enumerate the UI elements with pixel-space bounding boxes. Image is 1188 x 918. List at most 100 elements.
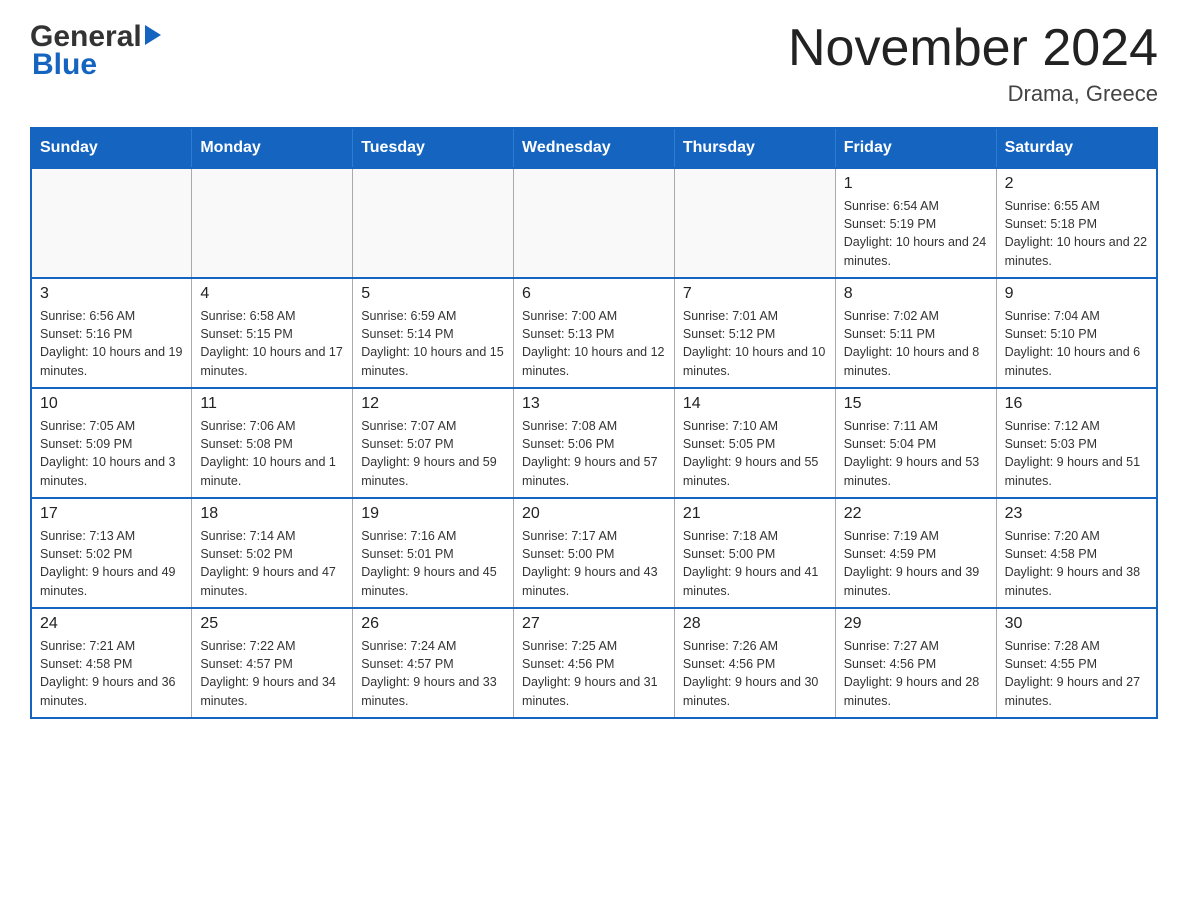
weekday-header-tuesday: Tuesday	[353, 128, 514, 168]
day-info: Sunrise: 7:08 AMSunset: 5:06 PMDaylight:…	[522, 417, 666, 490]
calendar-day-cell: 19 Sunrise: 7:16 AMSunset: 5:01 PMDayligh…	[353, 498, 514, 608]
day-number: 30	[1005, 615, 1148, 633]
day-info: Sunrise: 7:01 AMSunset: 5:12 PMDaylight:…	[683, 307, 827, 380]
day-number: 21	[683, 505, 827, 523]
calendar-week-row: 1Sunrise: 6:54 AMSunset: 5:19 PMDaylight…	[31, 168, 1157, 278]
calendar-day-cell: 2 Sunrise: 6:55 AMSunset: 5:18 PMDaylight…	[996, 168, 1157, 278]
weekday-header-thursday: Thursday	[674, 128, 835, 168]
calendar-week-row: 17Sunrise: 7:13 AMSunset: 5:02 PMDayligh…	[31, 498, 1157, 608]
day-number: 9	[1005, 285, 1148, 303]
calendar-day-cell: 20 Sunrise: 7:17 AMSunset: 5:00 PMDayligh…	[514, 498, 675, 608]
day-info: Sunrise: 7:24 AMSunset: 4:57 PMDaylight:…	[361, 637, 505, 710]
logo: General Blue	[30, 20, 161, 82]
day-number: 28	[683, 615, 827, 633]
weekday-header-friday: Friday	[835, 128, 996, 168]
calendar-day-cell: 5 Sunrise: 6:59 AMSunset: 5:14 PMDaylight…	[353, 278, 514, 388]
calendar-day-cell	[353, 168, 514, 278]
day-number: 29	[844, 615, 988, 633]
weekday-header-monday: Monday	[192, 128, 353, 168]
day-info: Sunrise: 7:19 AMSunset: 4:59 PMDaylight:…	[844, 527, 988, 600]
day-info: Sunrise: 7:11 AMSunset: 5:04 PMDaylight:…	[844, 417, 988, 490]
calendar-day-cell: 11 Sunrise: 7:06 AMSunset: 5:08 PMDayligh…	[192, 388, 353, 498]
calendar-day-cell: 23 Sunrise: 7:20 AMSunset: 4:58 PMDayligh…	[996, 498, 1157, 608]
day-number: 16	[1005, 395, 1148, 413]
title-block: November 2024 Drama, Greece	[788, 20, 1158, 107]
day-number: 3	[40, 285, 183, 303]
weekday-header-wednesday: Wednesday	[514, 128, 675, 168]
calendar-day-cell: 24Sunrise: 7:21 AMSunset: 4:58 PMDayligh…	[31, 608, 192, 718]
calendar-day-cell: 12 Sunrise: 7:07 AMSunset: 5:07 PMDayligh…	[353, 388, 514, 498]
day-number: 6	[522, 285, 666, 303]
calendar-week-row: 3 Sunrise: 6:56 AMSunset: 5:16 PMDaylight…	[31, 278, 1157, 388]
day-number: 4	[200, 285, 344, 303]
day-number: 11	[200, 395, 344, 413]
day-info: Sunrise: 7:10 AMSunset: 5:05 PMDaylight:…	[683, 417, 827, 490]
day-number: 24	[40, 615, 183, 633]
calendar-day-cell	[31, 168, 192, 278]
calendar-day-cell: 29 Sunrise: 7:27 AMSunset: 4:56 PMDayligh…	[835, 608, 996, 718]
calendar-day-cell: 17Sunrise: 7:13 AMSunset: 5:02 PMDayligh…	[31, 498, 192, 608]
calendar-day-cell: 18Sunrise: 7:14 AMSunset: 5:02 PMDayligh…	[192, 498, 353, 608]
day-info: Sunrise: 7:25 AMSunset: 4:56 PMDaylight:…	[522, 637, 666, 710]
day-info: Sunrise: 7:06 AMSunset: 5:08 PMDaylight:…	[200, 417, 344, 490]
calendar-day-cell: 22 Sunrise: 7:19 AMSunset: 4:59 PMDayligh…	[835, 498, 996, 608]
calendar-day-cell: 28 Sunrise: 7:26 AMSunset: 4:56 PMDayligh…	[674, 608, 835, 718]
day-info: Sunrise: 7:18 AMSunset: 5:00 PMDaylight:…	[683, 527, 827, 600]
calendar-day-cell: 21 Sunrise: 7:18 AMSunset: 5:00 PMDayligh…	[674, 498, 835, 608]
day-number: 14	[683, 395, 827, 413]
day-number: 1	[844, 175, 988, 193]
day-number: 8	[844, 285, 988, 303]
calendar-day-cell: 25Sunrise: 7:22 AMSunset: 4:57 PMDayligh…	[192, 608, 353, 718]
calendar-day-cell	[674, 168, 835, 278]
month-year-title: November 2024	[788, 20, 1158, 77]
calendar-day-cell: 1Sunrise: 6:54 AMSunset: 5:19 PMDaylight…	[835, 168, 996, 278]
day-info: Sunrise: 6:59 AMSunset: 5:14 PMDaylight:…	[361, 307, 505, 380]
calendar-day-cell: 26 Sunrise: 7:24 AMSunset: 4:57 PMDayligh…	[353, 608, 514, 718]
weekday-header-sunday: Sunday	[31, 128, 192, 168]
page-header: General Blue November 2024 Drama, Greece	[30, 20, 1158, 107]
day-info: Sunrise: 7:16 AMSunset: 5:01 PMDaylight:…	[361, 527, 505, 600]
calendar-table: SundayMondayTuesdayWednesdayThursdayFrid…	[30, 127, 1158, 719]
day-info: Sunrise: 7:12 AMSunset: 5:03 PMDaylight:…	[1005, 417, 1148, 490]
weekday-header-saturday: Saturday	[996, 128, 1157, 168]
calendar-day-cell: 8 Sunrise: 7:02 AMSunset: 5:11 PMDaylight…	[835, 278, 996, 388]
day-info: Sunrise: 7:07 AMSunset: 5:07 PMDaylight:…	[361, 417, 505, 490]
day-number: 5	[361, 285, 505, 303]
day-info: Sunrise: 6:55 AMSunset: 5:18 PMDaylight:…	[1005, 197, 1148, 270]
day-info: Sunrise: 7:04 AMSunset: 5:10 PMDaylight:…	[1005, 307, 1148, 380]
calendar-day-cell: 30 Sunrise: 7:28 AMSunset: 4:55 PMDayligh…	[996, 608, 1157, 718]
day-number: 26	[361, 615, 505, 633]
day-info: Sunrise: 7:20 AMSunset: 4:58 PMDaylight:…	[1005, 527, 1148, 600]
calendar-day-cell	[514, 168, 675, 278]
day-info: Sunrise: 7:05 AMSunset: 5:09 PMDaylight:…	[40, 417, 183, 490]
day-info: Sunrise: 7:13 AMSunset: 5:02 PMDaylight:…	[40, 527, 183, 600]
day-number: 22	[844, 505, 988, 523]
day-info: Sunrise: 7:27 AMSunset: 4:56 PMDaylight:…	[844, 637, 988, 710]
weekday-header-row: SundayMondayTuesdayWednesdayThursdayFrid…	[31, 128, 1157, 168]
day-info: Sunrise: 7:28 AMSunset: 4:55 PMDaylight:…	[1005, 637, 1148, 710]
day-info: Sunrise: 7:22 AMSunset: 4:57 PMDaylight:…	[200, 637, 344, 710]
calendar-week-row: 24Sunrise: 7:21 AMSunset: 4:58 PMDayligh…	[31, 608, 1157, 718]
day-info: Sunrise: 6:58 AMSunset: 5:15 PMDaylight:…	[200, 307, 344, 380]
day-info: Sunrise: 7:26 AMSunset: 4:56 PMDaylight:…	[683, 637, 827, 710]
calendar-day-cell: 10Sunrise: 7:05 AMSunset: 5:09 PMDayligh…	[31, 388, 192, 498]
day-info: Sunrise: 7:17 AMSunset: 5:00 PMDaylight:…	[522, 527, 666, 600]
location-subtitle: Drama, Greece	[788, 81, 1158, 107]
day-number: 18	[200, 505, 344, 523]
day-info: Sunrise: 6:56 AMSunset: 5:16 PMDaylight:…	[40, 307, 183, 380]
day-info: Sunrise: 7:00 AMSunset: 5:13 PMDaylight:…	[522, 307, 666, 380]
day-number: 13	[522, 395, 666, 413]
day-info: Sunrise: 7:02 AMSunset: 5:11 PMDaylight:…	[844, 307, 988, 380]
calendar-day-cell: 16 Sunrise: 7:12 AMSunset: 5:03 PMDayligh…	[996, 388, 1157, 498]
calendar-day-cell	[192, 168, 353, 278]
day-number: 12	[361, 395, 505, 413]
day-number: 2	[1005, 175, 1148, 193]
day-number: 23	[1005, 505, 1148, 523]
day-number: 15	[844, 395, 988, 413]
calendar-day-cell: 4 Sunrise: 6:58 AMSunset: 5:15 PMDaylight…	[192, 278, 353, 388]
calendar-day-cell: 13 Sunrise: 7:08 AMSunset: 5:06 PMDayligh…	[514, 388, 675, 498]
day-number: 27	[522, 615, 666, 633]
calendar-day-cell: 3 Sunrise: 6:56 AMSunset: 5:16 PMDaylight…	[31, 278, 192, 388]
day-number: 20	[522, 505, 666, 523]
day-number: 19	[361, 505, 505, 523]
